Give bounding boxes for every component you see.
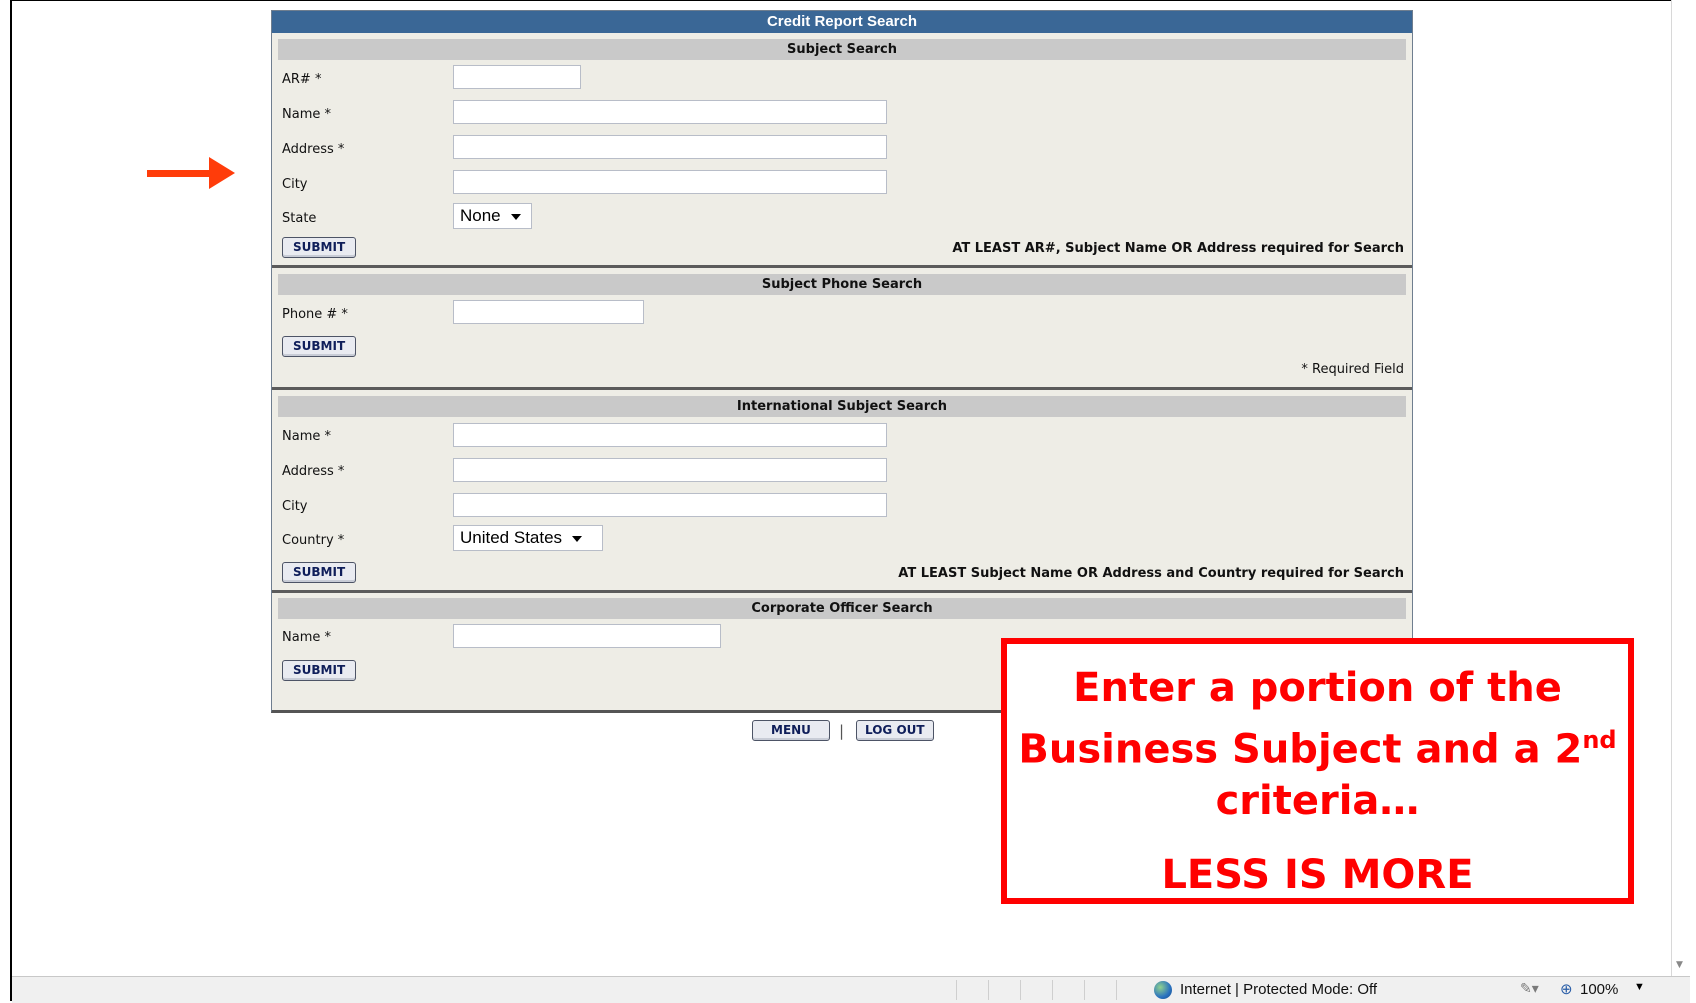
country-select[interactable]: United States	[453, 525, 603, 551]
state-select[interactable]: None	[453, 203, 532, 229]
officer-name-input[interactable]	[453, 624, 721, 648]
chevron-down-icon	[572, 535, 583, 542]
status-cell	[988, 980, 989, 1000]
international-search-note: AT LEAST Subject Name OR Address and Cou…	[898, 566, 1404, 581]
security-zone-text[interactable]: Internet | Protected Mode: Off	[1180, 981, 1377, 998]
subject-search-heading: Subject Search	[278, 39, 1406, 60]
vertical-scrollbar[interactable]: ▼	[1671, 0, 1690, 976]
phone-submit-button[interactable]: SUBMIT	[282, 336, 357, 357]
intl-submit-button[interactable]: SUBMIT	[282, 562, 357, 583]
intl-address-input[interactable]	[453, 458, 887, 482]
subject-search-note: AT LEAST AR#, Subject Name OR Address re…	[952, 241, 1404, 256]
chevron-down-icon	[510, 213, 521, 220]
callout-text: Enter a portion of the Business Subject …	[1007, 662, 1628, 827]
nav-separator: |	[839, 722, 845, 740]
zoom-icon[interactable]: ⊕	[1560, 980, 1573, 998]
section-divider	[272, 387, 1412, 390]
zoom-level[interactable]: 100%	[1580, 981, 1618, 998]
state-label: State	[282, 211, 317, 226]
credit-report-search-panel: Credit Report Search Subject Search AR# …	[271, 10, 1413, 713]
intl-address-label: Address *	[282, 464, 345, 479]
state-select-value: None	[460, 206, 501, 225]
callout-line-3: criteria…	[1215, 778, 1420, 825]
browser-status-bar: Internet | Protected Mode: Off ✎▾ ⊕ 100%…	[12, 976, 1690, 1003]
phone-search-heading: Subject Phone Search	[278, 274, 1406, 295]
red-arrow-icon	[147, 157, 235, 189]
phone-input[interactable]	[453, 300, 644, 324]
panel-title: Credit Report Search	[272, 11, 1412, 33]
zoom-dropdown-icon[interactable]: ▼	[1634, 981, 1645, 993]
status-cell	[1020, 980, 1021, 1000]
intl-name-input[interactable]	[453, 423, 887, 447]
city-input[interactable]	[453, 170, 887, 194]
officer-name-label: Name *	[282, 630, 331, 645]
officer-search-heading: Corporate Officer Search	[278, 598, 1406, 619]
protected-mode-icon[interactable]: ✎▾	[1520, 980, 1539, 997]
officer-submit-button[interactable]: SUBMIT	[282, 660, 357, 681]
subject-submit-button[interactable]: SUBMIT	[282, 237, 357, 258]
required-field-note: * Required Field	[1301, 362, 1404, 377]
address-input[interactable]	[453, 135, 887, 159]
callout-emphasis: LESS IS MORE	[1161, 852, 1474, 899]
scroll-down-icon[interactable]: ▼	[1676, 960, 1683, 970]
callout-line-2: Business Subject and a 2	[1018, 726, 1583, 773]
name-label: Name *	[282, 107, 331, 122]
section-divider	[272, 590, 1412, 593]
international-search-heading: International Subject Search	[278, 396, 1406, 417]
ar-number-input[interactable]	[453, 65, 581, 89]
name-input[interactable]	[453, 100, 887, 124]
country-label: Country *	[282, 533, 345, 548]
status-cell	[1052, 980, 1053, 1000]
status-cell	[1084, 980, 1085, 1000]
address-label: Address *	[282, 142, 345, 157]
section-divider	[272, 265, 1412, 268]
phone-label: Phone # *	[282, 307, 348, 322]
intl-city-label: City	[282, 499, 308, 514]
callout-line-1: Enter a portion of the	[1073, 665, 1562, 711]
internet-zone-icon	[1154, 981, 1172, 999]
status-cell	[1116, 980, 1117, 1000]
city-label: City	[282, 177, 308, 192]
intl-name-label: Name *	[282, 429, 331, 444]
ar-number-label: AR# *	[282, 72, 322, 87]
logout-button[interactable]: LOG OUT	[856, 720, 934, 741]
status-cell	[956, 980, 957, 1000]
intl-city-input[interactable]	[453, 493, 887, 517]
instruction-callout: Enter a portion of the Business Subject …	[1001, 638, 1634, 904]
country-select-value: United States	[460, 528, 563, 547]
callout-superscript: nd	[1582, 726, 1617, 754]
menu-button[interactable]: MENU	[752, 720, 830, 741]
